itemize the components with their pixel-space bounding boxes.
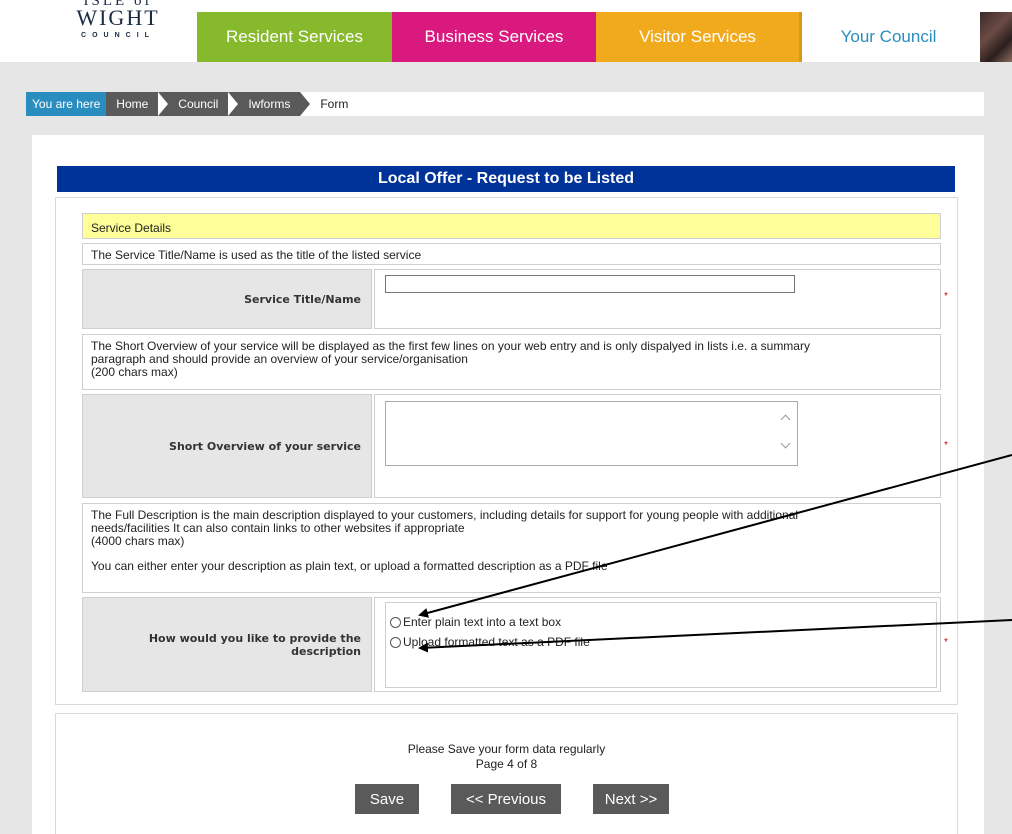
breadcrumb-current: Form (310, 92, 359, 116)
required-marker: * (944, 291, 948, 302)
scroll-up-icon[interactable] (781, 412, 791, 422)
service-title-label-text: Service Title/Name (244, 292, 361, 306)
site-header: ISLE of WIGHT COUNCIL Resident Services … (0, 0, 1012, 62)
form-panel: Local Offer - Request to be Listed Servi… (32, 135, 984, 834)
breadcrumb-home[interactable]: Home (106, 92, 159, 116)
info-service-title-text: The Service Title/Name is used as the ti… (91, 248, 422, 262)
info-service-title: The Service Title/Name is used as the ti… (82, 243, 941, 265)
short-overview-textarea[interactable] (385, 401, 798, 466)
description-method-label: How would you like to provide the descri… (82, 597, 372, 692)
form-area: Service Details The Service Title/Name i… (55, 197, 958, 705)
service-title-input[interactable] (385, 275, 795, 293)
breadcrumb-chevron-icon (158, 92, 169, 116)
nav-tab-resident-services[interactable]: Resident Services (197, 12, 392, 62)
info-full-description-line2: needs/facilities It can also contain lin… (91, 521, 465, 535)
description-method-options: Enter plain text into a text box Upload … (385, 602, 937, 688)
breadcrumb-lead: You are here (26, 92, 107, 116)
form-title: Local Offer - Request to be Listed (57, 166, 955, 192)
nav-tab-business-services[interactable]: Business Services (392, 12, 596, 62)
save-note: Please Save your form data regularly (407, 742, 606, 756)
description-method-cell: Enter plain text into a text box Upload … (374, 597, 941, 692)
option-plain-text-label[interactable]: Enter plain text into a text box (403, 615, 561, 629)
info-short-overview-line3: (200 chars max) (91, 365, 178, 379)
nav-tab-your-council[interactable]: Your Council (799, 12, 978, 62)
breadcrumb-council[interactable]: Council (168, 92, 229, 116)
logo-line-2: WIGHT (76, 5, 160, 30)
info-full-description: The Full Description is the main descrip… (82, 503, 941, 593)
radio-plain-text[interactable] (390, 616, 401, 628)
logo-line-3: COUNCIL (81, 32, 155, 39)
option-pdf[interactable]: Upload formatted text as a PDF file (390, 635, 590, 649)
service-title-label: Service Title/Name (82, 269, 372, 329)
option-plain-text[interactable]: Enter plain text into a text box (390, 615, 561, 629)
info-full-description-line3: (4000 chars max) (91, 534, 185, 548)
option-pdf-label[interactable]: Upload formatted text as a PDF file (403, 635, 590, 649)
radio-pdf[interactable] (390, 636, 401, 648)
section-heading: Service Details (82, 213, 941, 239)
description-method-label-line2: description (291, 644, 361, 658)
short-overview-label-text: Short Overview of your service (169, 439, 361, 453)
info-short-overview-line2: paragraph and should provide an overview… (91, 352, 468, 366)
breadcrumb-iwforms[interactable]: Iwforms (238, 92, 301, 116)
service-title-cell (374, 269, 941, 329)
nav-tab-visitor-services[interactable]: Visitor Services (596, 12, 799, 62)
description-method-label-line1: How would you like to provide the (148, 631, 361, 645)
info-full-description-line4: You can either enter your description as… (91, 559, 608, 573)
next-button[interactable]: Next >> (593, 784, 669, 814)
scroll-down-icon[interactable] (781, 440, 791, 450)
info-short-overview: The Short Overview of your service will … (82, 334, 941, 390)
short-overview-cell (374, 394, 941, 498)
breadcrumb-arrow-icon (300, 92, 311, 116)
required-marker: * (944, 440, 948, 451)
page-indicator: Page 4 of 8 (475, 757, 538, 771)
header-photo (980, 12, 1012, 62)
previous-button[interactable]: << Previous (451, 784, 561, 814)
breadcrumb-chevron-icon (228, 92, 239, 116)
breadcrumb: You are here Home Council Iwforms Form (26, 92, 984, 116)
required-marker: * (944, 637, 948, 648)
save-button[interactable]: Save (355, 784, 419, 814)
council-logo[interactable]: ISLE of WIGHT COUNCIL (58, 0, 178, 52)
short-overview-label: Short Overview of your service (82, 394, 372, 498)
form-footer: Please Save your form data regularly Pag… (55, 713, 958, 834)
